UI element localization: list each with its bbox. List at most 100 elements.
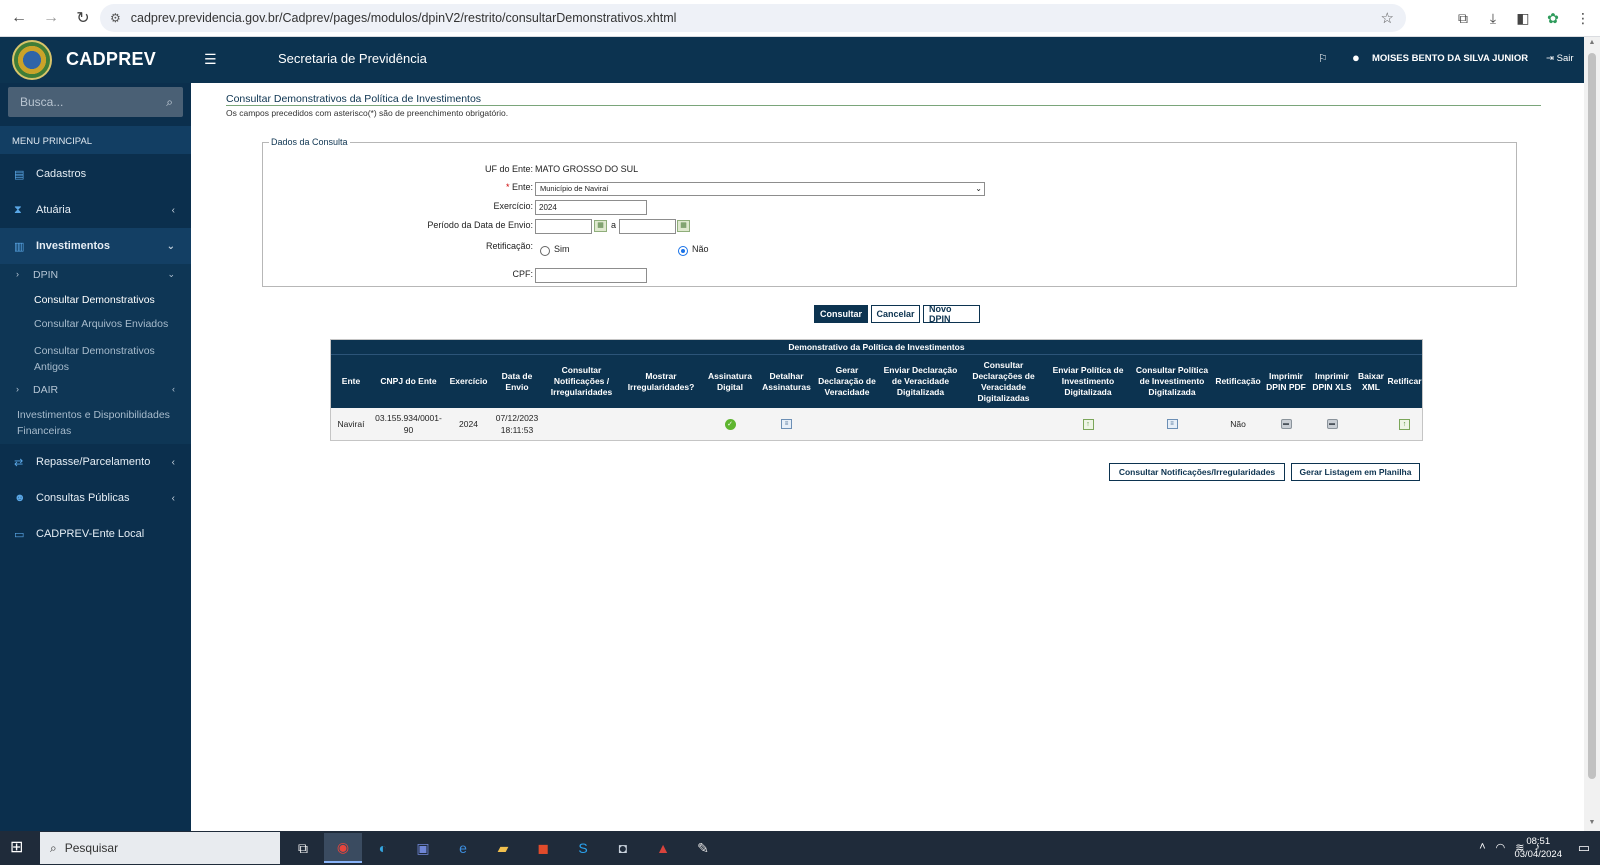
column-header: Imprimir DPIN XLS [1312,370,1352,392]
site-info-icon[interactable]: ⚙ [110,11,121,25]
novo-dpin-button[interactable]: Novo DPIN [923,304,980,324]
extensions-icon[interactable]: ⧉ [1452,6,1474,30]
taskbar-search[interactable]: ⌕ Pesquisar [40,832,280,864]
cell-cnpj: 03.155.934/0001-90 [375,413,442,435]
scroll-up-icon[interactable]: ▲ [1588,39,1596,49]
cpf-input[interactable] [535,268,647,283]
cancelar-button[interactable]: Cancelar [871,305,920,323]
sidepanel-icon[interactable]: ◧ [1512,6,1534,30]
retificacao-nao-radio[interactable] [678,246,688,256]
check-circle-icon[interactable]: ✓ [724,418,736,430]
submenu-dpin[interactable]: › DPIN ⌄ [0,269,191,281]
sidebar-item-cadastros[interactable]: ▤ Cadastros [0,156,191,192]
ente-label: * Ente: [413,182,533,192]
notification-icon[interactable]: ▭ [1578,840,1590,856]
detail-view-icon[interactable]: ≡ [1166,419,1178,429]
chrome-icon[interactable]: ◉ [324,833,362,863]
cell-baixar-xml [1355,408,1387,440]
gerar-listagem-button[interactable]: Gerar Listagem em Planilha [1291,463,1420,481]
task-view-icon[interactable]: ⧉ [284,833,322,863]
back-icon[interactable]: ← [6,5,32,31]
brasil-emblem-icon [12,40,52,80]
bookmark-star-icon[interactable]: ☆ [1381,9,1394,27]
cell-consultar-politica: ≡ [1131,408,1213,440]
sidebar-item-consultas-publicas[interactable]: ☻ Consultas Públicas ‹ [0,480,191,516]
cell-gerar-declaracao [815,408,879,440]
main-content: Consultar Demonstrativos da Política de … [191,83,1584,831]
app-icon[interactable]: ▲ [644,833,682,863]
edge-icon[interactable]: ◐ [364,833,402,863]
network-icon[interactable]: ◠ [1496,841,1506,854]
consultar-button[interactable]: Consultar [814,305,868,323]
search-placeholder: Busca... [20,95,64,109]
retificacao-label: Retificação: [485,241,533,251]
internet-explorer-icon[interactable]: e [444,833,482,863]
submenu-investimentos-disponibilidades[interactable]: Investimentos e Disponibilidades Finance… [0,407,185,439]
detail-view-icon[interactable]: ≡ [781,419,792,429]
uf-value: MATO GROSSO DO SUL [535,164,639,174]
page-scrollbar[interactable]: ▲ ▼ [1584,37,1600,831]
menu-toggle-icon[interactable]: ☰ [204,51,217,68]
submenu-consultar-demonstrativos[interactable]: Consultar Demonstrativos [0,294,191,306]
consultar-notificacoes-button[interactable]: Consultar Notificações/Irregularidades [1109,463,1285,481]
sidebar-item-repasse[interactable]: ⇄ Repasse/Parcelamento ‹ [0,444,191,480]
column-header: Imprimir DPIN PDF [1266,370,1306,392]
periodo-fim-input[interactable] [619,219,676,234]
sidebar-item-ente-local[interactable]: ▭ CADPREV-Ente Local [0,516,191,552]
exercicio-input[interactable]: 2024 [535,200,647,215]
column-header: Enviar Política de Investimento Digitali… [1052,365,1124,397]
skype-icon[interactable]: S [564,833,602,863]
chevron-up-icon[interactable]: ˄ [1479,841,1485,854]
search-icon[interactable]: ⌕ [166,95,173,110]
retificar-document-icon[interactable]: ↑ [1399,418,1410,430]
profile-icon[interactable]: ✿ [1542,6,1564,30]
forward-icon[interactable]: → [38,5,64,31]
consulta-fieldset: Dados da Consulta UF do Ente: MATO GROSS… [262,137,1517,287]
clock-date: 03/04/2024 [1514,849,1562,860]
calendar-icon[interactable]: ▦ [594,220,607,232]
retificacao-sim-radio[interactable] [540,246,550,256]
upload-document-icon[interactable]: ↑ [1082,418,1094,430]
ente-select[interactable]: Município de Naviraí ⌄ [535,182,985,196]
logout-button[interactable]: ⇥ Sair [1546,53,1574,64]
column-header: Gerar Declaração de Veracidade [818,365,876,397]
download-icon[interactable]: ⤓ [1482,6,1504,30]
sidebar-item-atuaria[interactable]: ⧗ Atuária ‹ [0,192,191,228]
title-divider [226,105,1541,106]
sidebar-item-investimentos[interactable]: ▥ Investimentos ⌄ [0,228,191,264]
column-header: Detalhar Assinaturas [762,370,811,392]
app-name[interactable]: CADPREV [66,49,156,70]
submenu-dair[interactable]: › DAIR ‹ [0,384,191,396]
calendar-icon[interactable]: ▦ [677,220,690,232]
file-icon: ▤ [14,168,25,181]
address-bar[interactable]: ⚙ cadprev.previdencia.gov.br/Cadprev/pag… [100,4,1406,32]
scroll-down-icon[interactable]: ▼ [1588,819,1596,829]
search-input[interactable]: Busca... ⌕ [8,87,183,117]
print-icon[interactable]: ▬ [1280,419,1292,429]
cell-enviar-declaracao [879,408,962,440]
submenu-consultar-arquivos[interactable]: Consultar Arquivos Enviados [0,318,191,330]
browser-menu-icon[interactable]: ⋮ [1572,6,1594,30]
cell-detalhar: ≡ [758,408,815,440]
file-explorer-icon[interactable]: ▰ [484,833,522,863]
sidebar: Busca... ⌕ MENU PRINCIPAL ▤ Cadastros ⧗ … [0,83,191,831]
camera-icon[interactable]: ◘ [604,833,642,863]
taskbar-clock[interactable]: 08:51 03/04/2024 [1514,835,1562,861]
sidebar-item-label: Cadastros [36,168,87,180]
scroll-thumb[interactable] [1588,53,1596,779]
tool-icon[interactable]: ✎ [684,833,722,863]
submenu-consultar-antigos[interactable]: Consultar Demonstrativos Antigos [0,343,170,375]
user-name[interactable]: MOISES BENTO DA SILVA JUNIOR [1372,53,1528,64]
office-icon[interactable]: ◼ [524,833,562,863]
windows-start-icon[interactable]: ⊞ [10,839,28,857]
reload-icon[interactable]: ↻ [70,5,96,31]
print-icon[interactable]: ▬ [1326,419,1338,429]
column-header: Assinatura Digital [708,370,752,392]
periodo-inicio-input[interactable] [535,219,592,234]
app-icon[interactable]: ▣ [404,833,442,863]
browser-toolbar: ← → ↻ ⚙ cadprev.previdencia.gov.br/Cadpr… [0,0,1600,37]
sidebar-item-label: Atuária [36,204,71,216]
column-header: Data de Envio [501,370,533,392]
flag-icon[interactable]: ⚐ [1318,52,1328,65]
ente-selected-value: Município de Naviraí [540,184,609,193]
